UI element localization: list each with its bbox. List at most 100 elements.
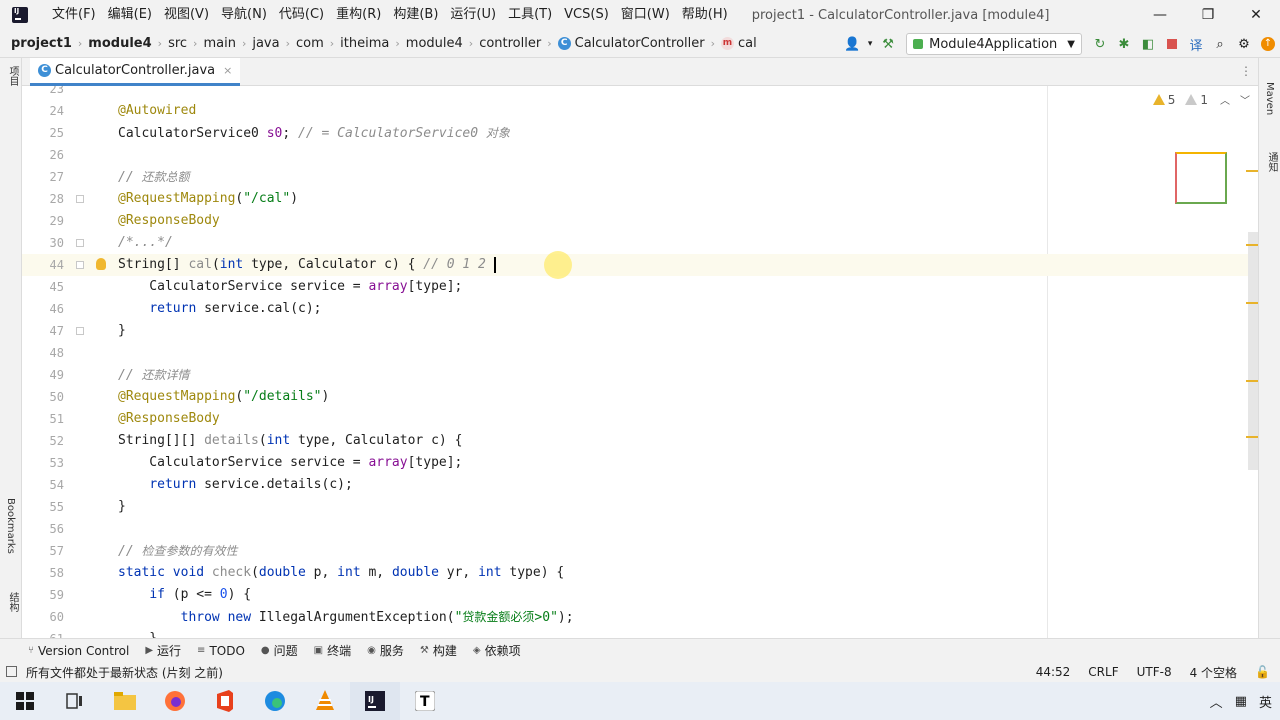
breadcrumb-item[interactable]: m cal (718, 36, 760, 51)
fold-icon[interactable] (76, 327, 84, 335)
run-config-select[interactable]: Module4Application ▼ (906, 33, 1082, 55)
windows-start-icon[interactable] (0, 682, 50, 720)
typora-icon[interactable]: T (400, 682, 450, 720)
breadcrumb-item[interactable]: module4 (403, 36, 466, 51)
code-line[interactable]: 28 @RequestMapping("/cal") (22, 188, 1258, 210)
breadcrumb-item[interactable]: java (249, 36, 282, 51)
intellij-logo-icon[interactable] (12, 7, 28, 23)
code-line[interactable]: 50 @RequestMapping("/details") (22, 386, 1258, 408)
code-line[interactable]: 45 CalculatorService service = array[typ… (22, 276, 1258, 298)
code-line[interactable]: 54 return service.details(c); (22, 474, 1258, 496)
tool-window-tab[interactable]: ≡ TODO (197, 644, 245, 658)
code-line[interactable]: 27 // 还款总额 (22, 166, 1258, 188)
close-tab-icon[interactable]: × (223, 64, 232, 77)
tool-window-tab[interactable]: ● 问题 (261, 642, 298, 659)
bookmarks-tool-button[interactable]: Bookmarks (5, 498, 16, 554)
translate-icon[interactable]: 译 (1184, 32, 1208, 56)
code-line[interactable]: 61 } (22, 628, 1258, 638)
code-line[interactable]: 44 String[] cal(int type, Calculator c) {… (22, 254, 1258, 276)
tool-window-tab[interactable]: ▣ 终端 (314, 642, 351, 659)
code-line[interactable]: 56 (22, 518, 1258, 540)
coverage-icon[interactable]: ◧ (1136, 32, 1160, 56)
search-icon[interactable]: ⌕ (1208, 32, 1232, 56)
breadcrumb-item[interactable]: project1 (8, 36, 75, 51)
menu-item[interactable]: 导航(N) (215, 0, 273, 30)
code-line[interactable]: 51 @ResponseBody (22, 408, 1258, 430)
settings-icon[interactable]: ⚙ (1232, 32, 1256, 56)
menu-item[interactable]: 窗口(W) (615, 0, 676, 30)
tab-calculator-controller[interactable]: C CalculatorController.java × (30, 58, 241, 86)
breadcrumb-item[interactable]: controller (476, 36, 544, 51)
restore-icon[interactable]: ❐ (1184, 0, 1232, 30)
chevron-down-icon[interactable]: ﹀ (1240, 92, 1250, 107)
tool-window-tab[interactable]: ▶ 运行 (145, 642, 181, 659)
firefox-icon[interactable] (150, 682, 200, 720)
warning-marker[interactable] (1246, 170, 1258, 172)
fold-icon[interactable] (76, 239, 84, 247)
breadcrumb-item[interactable]: itheima (337, 36, 392, 51)
code-line[interactable]: 60 throw new IllegalArgumentException("贷… (22, 606, 1258, 628)
minimize-icon[interactable]: — (1136, 0, 1184, 30)
lock-icon[interactable]: 🔓 (1255, 665, 1270, 679)
code-line[interactable]: 30 /*...*/ (22, 232, 1258, 254)
breadcrumb-item[interactable]: C CalculatorController (555, 36, 708, 51)
menu-item[interactable]: 文件(F) (46, 0, 102, 30)
tool-window-tab[interactable]: ⑂ Version Control (28, 644, 129, 658)
breadcrumb-item[interactable]: com (293, 36, 327, 51)
menu-item[interactable]: 工具(T) (502, 0, 558, 30)
menu-item[interactable]: VCS(S) (558, 0, 615, 30)
tool-window-tab[interactable]: ◉ 服务 (367, 642, 404, 659)
ime-indicator[interactable]: 英 (1259, 692, 1272, 711)
lightbulb-icon[interactable] (96, 258, 106, 270)
menu-item[interactable]: 运行(U) (444, 0, 502, 30)
menu-item[interactable]: 帮助(H) (676, 0, 734, 30)
update-icon[interactable]: ↑ (1256, 32, 1280, 56)
chevron-up-icon[interactable]: ︿ (1220, 92, 1230, 107)
debug-icon[interactable]: ✱ (1112, 32, 1136, 56)
menu-item[interactable]: 编辑(E) (102, 0, 158, 30)
indent-setting[interactable]: 4 个空格 (1190, 664, 1237, 681)
rerun-icon[interactable]: ↻ (1088, 32, 1112, 56)
warning-marker[interactable] (1246, 380, 1258, 382)
code-line[interactable]: 58 static void check(double p, int m, dou… (22, 562, 1258, 584)
code-line[interactable]: 49 // 还款详情 (22, 364, 1258, 386)
vertical-scrollbar[interactable] (1248, 232, 1258, 470)
code-line[interactable]: 52 String[][] details(int type, Calculato… (22, 430, 1258, 452)
code-line[interactable]: 29 @ResponseBody (22, 210, 1258, 232)
vlc-icon[interactable] (300, 682, 350, 720)
caret-position[interactable]: 44:52 (1036, 665, 1071, 679)
line-ending[interactable]: CRLF (1088, 665, 1118, 679)
stop-icon[interactable] (1160, 32, 1184, 56)
maven-tool-button[interactable]: Maven (1264, 82, 1275, 115)
file-encoding[interactable]: UTF-8 (1137, 665, 1172, 679)
menu-item[interactable]: 构建(B) (387, 0, 444, 30)
close-icon[interactable]: ✕ (1232, 0, 1280, 30)
file-explorer-icon[interactable] (100, 682, 150, 720)
code-editor[interactable]: 23 24 @Autowired 25 CalculatorService0 s0; /… (22, 86, 1258, 638)
status-toggle-icon[interactable] (6, 666, 17, 677)
code-line[interactable]: 24 @Autowired (22, 100, 1258, 122)
project-tool-button[interactable]: 项目 (5, 66, 20, 86)
chevron-down-icon[interactable]: ▾ (864, 32, 876, 56)
menu-item[interactable]: 代码(C) (273, 0, 330, 30)
menu-item[interactable]: 重构(R) (330, 0, 387, 30)
code-line[interactable]: 48 (22, 342, 1258, 364)
menu-item[interactable]: 视图(V) (158, 0, 215, 30)
code-line[interactable]: 25 CalculatorService0 s0; // = Calculator… (22, 122, 1258, 144)
chevron-up-icon[interactable]: ︿ (1210, 692, 1223, 711)
fold-icon[interactable] (76, 261, 84, 269)
code-line[interactable]: 23 (22, 86, 1258, 100)
hammer-icon[interactable]: ⚒ (876, 32, 900, 56)
notifications-tool-button[interactable]: 通知 (1264, 152, 1279, 172)
edge-icon[interactable] (250, 682, 300, 720)
code-line[interactable]: 47} (22, 320, 1258, 342)
warning-marker[interactable] (1246, 436, 1258, 438)
tool-window-tab[interactable]: ⚒ 构建 (420, 642, 457, 659)
breadcrumb-item[interactable]: src (165, 36, 190, 51)
inspection-widget[interactable]: 5 1 ︿ ﹀ (1152, 92, 1250, 107)
warning-marker[interactable] (1246, 244, 1258, 246)
office-icon[interactable] (200, 682, 250, 720)
code-line[interactable]: 55} (22, 496, 1258, 518)
code-line[interactable]: 26 (22, 144, 1258, 166)
structure-tool-button[interactable]: 结构 (5, 592, 20, 612)
